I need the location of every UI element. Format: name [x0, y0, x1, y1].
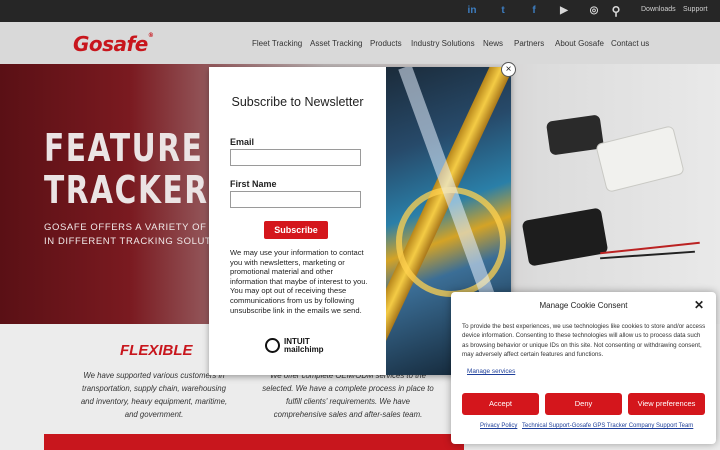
first-name-field[interactable]	[230, 191, 361, 208]
feature-title-flexible: FLEXIBLE	[120, 342, 193, 359]
feature-text-flexible: We have supported various customers in t…	[80, 371, 228, 419]
tracker-device-board	[521, 207, 609, 267]
subscribe-form: Subscribe to Newsletter Email First Name…	[209, 67, 386, 375]
top-bar: in t f ▶ ◎ ⚲ Downloads Support	[0, 0, 720, 22]
privacy-policy-link[interactable]: Privacy Policy	[480, 423, 517, 429]
cookie-deny-button[interactable]: Deny	[545, 393, 622, 415]
nav-contact-us[interactable]: Contact us	[611, 39, 649, 48]
logo-text: Gosafe	[73, 32, 148, 56]
subscribe-button[interactable]: Subscribe	[264, 221, 328, 239]
email-field[interactable]	[230, 149, 361, 166]
first-name-label: First Name	[230, 179, 277, 189]
linkedin-icon[interactable]: in	[465, 4, 479, 18]
registered-mark: ®	[147, 32, 154, 39]
cookie-view-preferences-button[interactable]: View preferences	[628, 393, 705, 415]
manage-services-link[interactable]: Manage services	[467, 368, 515, 375]
support-link[interactable]: Support	[683, 6, 708, 13]
email-label: Email	[230, 137, 255, 147]
youtube-icon[interactable]: ▶	[557, 4, 571, 18]
hero-title-line2: TRACKER	[44, 168, 209, 212]
cookie-close-icon[interactable]: ✕	[694, 298, 704, 312]
mailchimp-icon	[265, 338, 280, 353]
red-strip	[44, 434, 464, 450]
subscribe-title: Subscribe to Newsletter	[231, 95, 364, 109]
cookie-text: To provide the best experiences, we use …	[462, 323, 706, 358]
nav-asset-tracking[interactable]: Asset Tracking	[310, 39, 362, 48]
subscribe-close-button[interactable]: ×	[501, 62, 516, 77]
nav-industry-solutions[interactable]: Industry Solutions	[411, 39, 475, 48]
tracker-device-black	[545, 114, 605, 156]
technical-support-link[interactable]: Technical Support-Gosafe GPS Tracker Com…	[522, 423, 693, 429]
downloads-link[interactable]: Downloads	[641, 6, 676, 13]
nav-news[interactable]: News	[483, 39, 503, 48]
facebook-icon[interactable]: f	[527, 4, 541, 18]
mailchimp-wordmark: mailchimp	[284, 345, 324, 354]
instagram-icon[interactable]: ◎	[587, 4, 601, 18]
nav-products[interactable]: Products	[370, 39, 402, 48]
tracker-device-white	[595, 125, 685, 193]
nav-fleet-tracking[interactable]: Fleet Tracking	[252, 39, 302, 48]
gosafe-logo[interactable]: Gosafe®	[73, 32, 154, 56]
nav-partners[interactable]: Partners	[514, 39, 544, 48]
subscribe-disclaimer: We may use your information to contact y…	[230, 248, 368, 315]
nav-about-gosafe[interactable]: About Gosafe	[555, 39, 604, 48]
search-icon[interactable]: ⚲	[609, 4, 623, 18]
site-header: Gosafe® Fleet Tracking Asset Tracking Pr…	[0, 22, 720, 64]
cookie-accept-button[interactable]: Accept	[462, 393, 539, 415]
feature-text-oem: We offer complete OEM/ODM services to th…	[262, 371, 434, 419]
twitter-icon[interactable]: t	[496, 4, 510, 18]
cookie-consent-dialog: Manage Cookie Consent ✕ To provide the b…	[451, 292, 716, 444]
cookie-title: Manage Cookie Consent	[539, 301, 628, 310]
